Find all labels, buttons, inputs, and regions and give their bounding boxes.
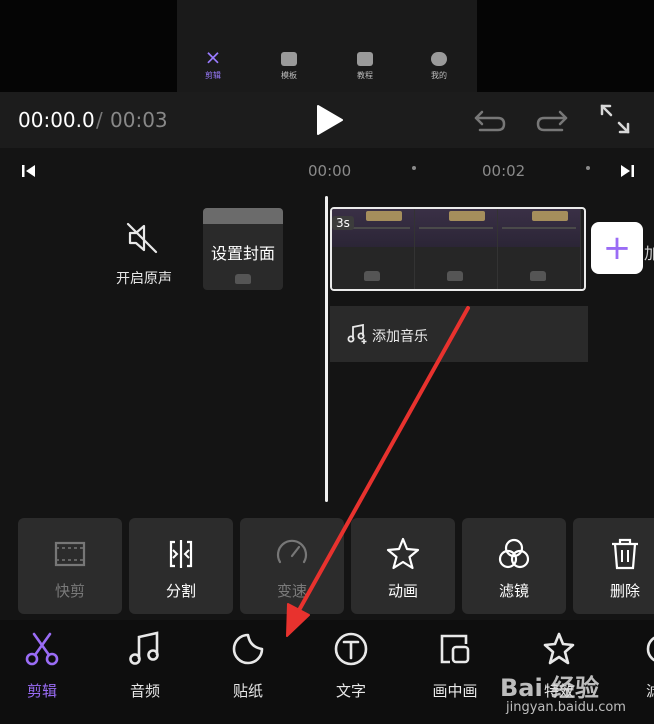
delete-tool[interactable]: 删除 (573, 518, 654, 614)
mute-speaker-icon[interactable] (124, 220, 160, 256)
edit-logo-icon: ⨉ (207, 51, 219, 67)
speed-tool[interactable]: 变速 (240, 518, 344, 614)
video-clip[interactable] (330, 207, 586, 291)
nav-audio[interactable]: 音频 (100, 630, 190, 701)
quick-cut-tool[interactable]: 快剪 (18, 518, 122, 614)
set-cover-button[interactable]: 设置封面 (203, 208, 283, 290)
quick-cut-icon (54, 541, 86, 567)
play-button[interactable] (314, 104, 346, 136)
preview-tab-edit: ⨉ 剪辑 (205, 51, 221, 80)
preview-frame: ⨉ 剪辑 模板 教程 我的 (177, 0, 477, 92)
music-note-icon (129, 631, 159, 665)
time-separator: / (96, 108, 103, 132)
filter-icon (646, 636, 654, 662)
redo-button[interactable] (534, 106, 570, 134)
preview-tab-profile: 我的 (409, 52, 469, 81)
trash-icon (612, 538, 638, 570)
clip-frame (415, 209, 498, 289)
add-clip-button[interactable]: + (591, 222, 643, 274)
filter-tool[interactable]: 滤镜 (462, 518, 566, 614)
watermark-site: jingyan.baidu.com (506, 700, 626, 715)
add-music-track[interactable] (330, 306, 588, 362)
sparkle-star-icon (543, 632, 575, 665)
playhead[interactable] (325, 196, 328, 502)
clip-duration-badge: 3s (332, 216, 354, 230)
ruler-dot (412, 166, 416, 170)
ruler-tick-label: 00:00 (308, 162, 352, 180)
tutorial-icon (357, 52, 373, 66)
undo-button[interactable] (472, 106, 508, 134)
nav-edit[interactable]: 剪辑 (0, 630, 87, 701)
fullscreen-icon[interactable] (598, 102, 632, 136)
add-music-label: 添加音乐 (372, 329, 428, 345)
cover-label: 设置封面 (210, 244, 275, 263)
avatar-icon (431, 52, 447, 66)
current-time: 00:00.0 (18, 108, 95, 132)
preview-tab-tutorials: 教程 (335, 52, 395, 81)
thumbnail-detail (235, 274, 251, 284)
skip-to-end-icon[interactable] (618, 162, 636, 180)
nav-filter[interactable]: 滤 (604, 630, 654, 701)
original-sound-label[interactable]: 开启原声 (104, 268, 184, 288)
animation-tool[interactable]: 动画 (351, 518, 455, 614)
nav-sticker[interactable]: 贴纸 (203, 630, 293, 701)
split-icon (169, 540, 193, 568)
split-tool[interactable]: 分割 (129, 518, 233, 614)
template-icon (281, 52, 297, 66)
ruler-tick-label: 00:02 (482, 162, 526, 180)
watermark-logo: Bai 经验 (500, 674, 600, 702)
music-add-icon (347, 324, 367, 344)
nav-text[interactable]: 文字 (306, 630, 396, 701)
sticker-icon (232, 633, 264, 665)
add-clip-label: 加 (644, 244, 654, 263)
star-icon (386, 537, 420, 570)
picture-in-picture-icon (440, 634, 470, 664)
scissors-icon (25, 632, 59, 666)
filter-circles-icon (498, 538, 530, 569)
clip-frame (498, 209, 581, 289)
plus-icon: + (602, 228, 632, 268)
cover-thumbnail (203, 208, 283, 224)
skip-to-start-icon[interactable] (20, 162, 38, 180)
ruler-dot (586, 166, 590, 170)
speedometer-icon (276, 539, 308, 564)
nav-picture-in-picture[interactable]: 画中画 (410, 630, 500, 701)
preview-tab-templates: 模板 (259, 52, 319, 81)
total-time: 00:03 (110, 108, 168, 132)
text-icon (334, 632, 368, 666)
